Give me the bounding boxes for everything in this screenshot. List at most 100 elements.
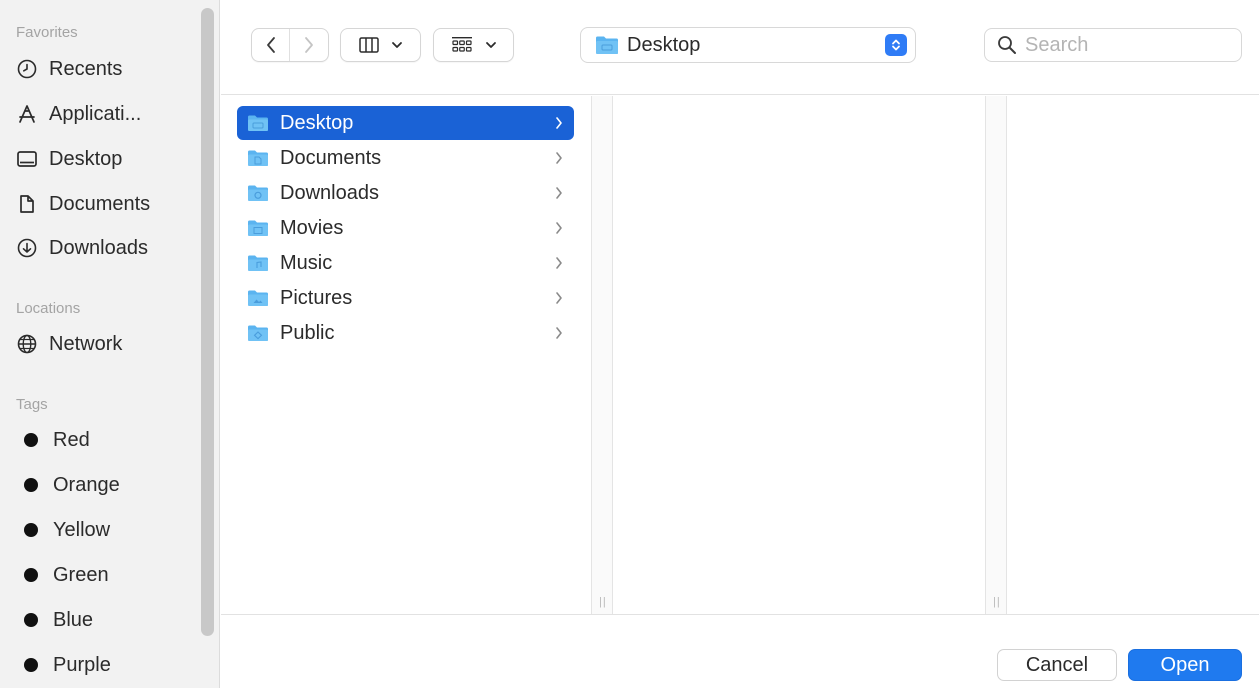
sidebar-item-label: Network <box>49 332 123 355</box>
grip-icon: || <box>993 596 1001 608</box>
folder-icon <box>596 36 618 54</box>
view-mode-button[interactable] <box>340 28 421 62</box>
forward-button[interactable] <box>290 29 328 61</box>
folder-icon <box>248 115 268 131</box>
folder-icon <box>248 325 268 341</box>
chevron-right-icon <box>556 292 562 304</box>
sidebar-item-downloads[interactable]: Downloads <box>16 233 196 263</box>
column-2 <box>613 96 985 614</box>
folder-icon <box>248 220 268 236</box>
tag-dot-icon <box>24 433 38 447</box>
chevron-right-icon <box>556 152 562 164</box>
tags-heading: Tags <box>16 396 48 413</box>
list-item-label: Public <box>280 321 335 344</box>
chevron-down-icon <box>485 42 496 48</box>
columns-view-icon <box>358 37 379 53</box>
tag-dot-icon <box>24 568 38 582</box>
applications-icon <box>16 103 38 125</box>
list-item-public[interactable]: Public <box>237 316 574 350</box>
list-item-label: Downloads <box>280 181 379 204</box>
locations-heading: Locations <box>16 300 81 317</box>
sidebar-item-label: Applicati... <box>49 102 142 125</box>
list-item-desktop[interactable]: Desktop <box>237 106 574 140</box>
open-button[interactable]: Open <box>1128 649 1242 681</box>
popup-stepper-icon <box>885 34 907 56</box>
sidebar-item-label: Orange <box>53 473 120 496</box>
search-icon <box>998 36 1016 54</box>
chevron-right-icon <box>556 222 562 234</box>
chevron-left-icon <box>266 37 275 53</box>
sidebar-tag-red[interactable]: Red <box>16 425 196 455</box>
folder-icon <box>248 150 268 166</box>
tag-dot-icon <box>24 613 38 627</box>
sidebar-tag-green[interactable]: Green <box>16 560 196 590</box>
list-item-label: Pictures <box>280 286 353 309</box>
sidebar-scrollbar[interactable] <box>201 8 214 636</box>
sidebar-tag-purple[interactable]: Purple <box>16 650 196 680</box>
globe-icon <box>16 333 38 355</box>
sidebar-item-applications[interactable]: Applicati... <box>16 99 196 129</box>
search-input[interactable] <box>1025 33 1225 57</box>
list-item-pictures[interactable]: Pictures <box>237 281 574 315</box>
sidebar-item-label: Purple <box>53 653 111 676</box>
folder-icon <box>248 290 268 306</box>
sidebar-item-label: Downloads <box>49 236 148 259</box>
sidebar-item-desktop[interactable]: Desktop <box>16 144 196 174</box>
open-file-dialog: Favorites Recents Applicati... Desktop D… <box>0 0 1259 688</box>
list-item-label: Documents <box>280 146 382 169</box>
footer: Cancel Open <box>221 614 1259 688</box>
clock-icon <box>16 58 38 80</box>
search-field[interactable] <box>984 28 1242 62</box>
document-icon <box>16 193 38 215</box>
column-browser: Desktop Documents Downloads Movies Music… <box>221 96 1259 614</box>
sidebar-item-label: Documents <box>49 192 151 215</box>
favorites-heading: Favorites <box>16 24 78 41</box>
sidebar: Favorites Recents Applicati... Desktop D… <box>0 0 220 688</box>
column-resize-handle[interactable]: || <box>985 96 1007 614</box>
list-item-documents[interactable]: Documents <box>237 141 574 175</box>
sidebar-item-label: Green <box>53 563 109 586</box>
tag-dot-icon <box>24 478 38 492</box>
desktop-icon <box>16 148 38 170</box>
sidebar-item-label: Yellow <box>53 518 111 541</box>
list-item-label: Music <box>280 251 333 274</box>
chevron-right-icon <box>556 117 562 129</box>
sidebar-item-label: Recents <box>49 57 123 80</box>
list-item-label: Movies <box>280 216 344 239</box>
grid-icon <box>451 37 472 52</box>
chevron-right-icon <box>556 327 562 339</box>
grip-icon: || <box>599 596 607 608</box>
group-button[interactable] <box>433 28 514 62</box>
sidebar-item-documents[interactable]: Documents <box>16 189 196 219</box>
list-item-music[interactable]: Music <box>237 246 574 280</box>
back-forward-control <box>251 28 329 62</box>
sidebar-item-label: Red <box>53 428 90 451</box>
chevron-right-icon <box>556 187 562 199</box>
folder-icon <box>248 255 268 271</box>
back-button[interactable] <box>252 29 291 61</box>
list-item-movies[interactable]: Movies <box>237 211 574 245</box>
chevron-right-icon <box>305 37 313 53</box>
sidebar-item-recents[interactable]: Recents <box>16 54 196 84</box>
sidebar-tag-blue[interactable]: Blue <box>16 605 196 635</box>
path-popup[interactable]: Desktop <box>580 27 916 63</box>
list-item-downloads[interactable]: Downloads <box>237 176 574 210</box>
folder-icon <box>248 185 268 201</box>
column-1: Desktop Documents Downloads Movies Music… <box>221 96 591 614</box>
toolbar: Desktop <box>221 0 1259 95</box>
chevron-right-icon <box>556 257 562 269</box>
sidebar-tag-orange[interactable]: Orange <box>16 470 196 500</box>
cancel-button[interactable]: Cancel <box>997 649 1117 681</box>
column-3 <box>1007 96 1259 614</box>
path-popup-label: Desktop <box>627 33 701 56</box>
sidebar-item-label: Blue <box>53 608 94 631</box>
chevron-down-icon <box>391 42 402 48</box>
tag-dot-icon <box>24 658 38 672</box>
sidebar-tag-yellow[interactable]: Yellow <box>16 515 196 545</box>
sidebar-item-network[interactable]: Network <box>16 329 196 359</box>
download-icon <box>16 237 38 259</box>
tag-dot-icon <box>24 523 38 537</box>
list-item-label: Desktop <box>280 111 354 134</box>
column-resize-handle[interactable]: || <box>591 96 613 614</box>
sidebar-item-label: Desktop <box>49 147 123 170</box>
